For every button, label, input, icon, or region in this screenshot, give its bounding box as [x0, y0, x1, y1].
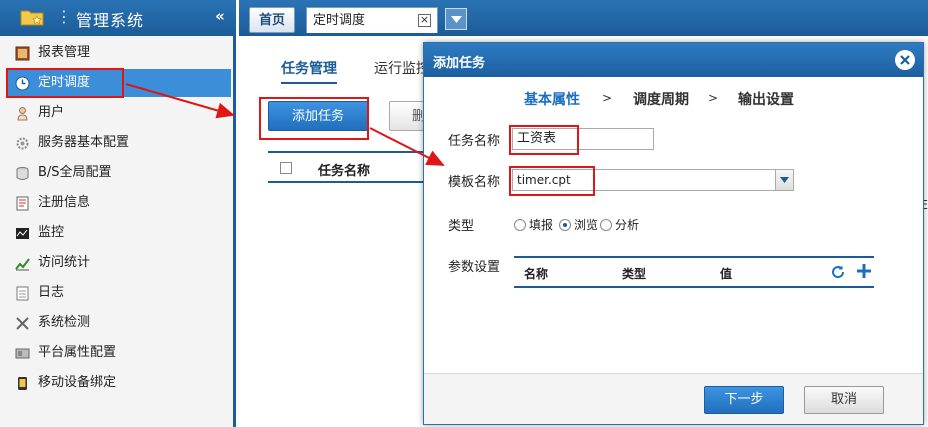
tools-icon — [16, 317, 29, 330]
sidebar-item-registration[interactable]: 注册信息 — [8, 189, 231, 217]
sidebar-item-system-check[interactable]: 系统检测 — [8, 309, 231, 337]
parameter-settings-label: 参数设置 — [448, 260, 501, 275]
app-title: 管理系统 — [76, 11, 145, 30]
dialog-title: 添加任务 — [433, 56, 486, 71]
sidebar: ⋮ 管理系统 « 报表管理 定时调度 用户 服务器基本配置 B/S全局配置 注册… — [0, 0, 236, 427]
step-separator: > — [708, 91, 719, 105]
add-task-dialog: 添加任务 基本属性 > 调度周期 > 输出设置 任务名称 工资表 模板名称 ti… — [423, 42, 924, 425]
tab-dropdown-button[interactable] — [445, 8, 467, 30]
radio-label: 填报 — [529, 218, 554, 232]
sidebar-item-label: 监控 — [38, 225, 65, 240]
menu-dots-icon[interactable]: ⋮ — [56, 8, 72, 26]
user-icon — [17, 107, 28, 121]
tab-label: 定时调度 — [313, 13, 366, 28]
step-schedule-cycle[interactable]: 调度周期 — [633, 89, 689, 109]
tab-task-management[interactable]: 任务管理 — [281, 58, 337, 84]
task-table-header: 任务名称 — [268, 151, 428, 183]
step-output-settings[interactable]: 输出设置 — [738, 89, 794, 109]
tab-schedule[interactable]: 定时调度 × — [306, 7, 438, 33]
select-all-checkbox[interactable] — [280, 162, 292, 174]
tab-home[interactable]: 首页 — [249, 7, 295, 33]
gear-icon — [16, 137, 29, 150]
column-task-name: 任务名称 — [318, 164, 371, 179]
sidebar-item-mobile-binding[interactable]: 移动设备绑定 — [8, 369, 231, 397]
sidebar-item-label: 用户 — [38, 105, 65, 120]
register-icon — [16, 196, 29, 211]
sidebar-item-label: 注册信息 — [38, 195, 91, 210]
sidebar-item-label: B/S全局配置 — [38, 165, 112, 180]
column-param-value: 值 — [720, 267, 733, 281]
tab-run-monitor[interactable]: 运行监控 — [374, 58, 428, 78]
chevron-down-icon — [451, 16, 462, 23]
sidebar-item-label: 日志 — [38, 285, 65, 300]
refresh-icon[interactable] — [830, 264, 846, 280]
report-icon — [15, 46, 30, 61]
type-radio-analyze[interactable]: 分析 — [600, 217, 639, 233]
column-param-type: 类型 — [622, 267, 647, 281]
sidebar-item-label: 服务器基本配置 — [38, 135, 130, 150]
annotation-highlight-task-name — [509, 125, 579, 155]
database-icon — [16, 167, 29, 180]
log-icon — [16, 286, 29, 301]
close-tab-icon[interactable]: × — [418, 14, 431, 27]
sidebar-item-label: 移动设备绑定 — [38, 375, 117, 390]
radio-button[interactable] — [514, 219, 526, 231]
close-dialog-button[interactable] — [895, 50, 915, 70]
radio-label: 分析 — [615, 218, 640, 232]
type-label: 类型 — [448, 219, 475, 234]
folder-star-icon — [20, 10, 44, 26]
sidebar-item-users[interactable]: 用户 — [8, 99, 231, 127]
type-radio-fill[interactable]: 填报 — [514, 217, 553, 233]
radio-button[interactable] — [559, 219, 571, 231]
dialog-footer: 下一步 取消 — [424, 373, 923, 424]
chevron-down-icon — [780, 177, 789, 183]
dialog-header: 添加任务 — [424, 43, 923, 77]
sidebar-item-reports[interactable]: 报表管理 — [8, 39, 231, 67]
sidebar-item-label: 报表管理 — [38, 45, 91, 60]
plus-icon[interactable] — [856, 263, 872, 279]
step-basic-properties[interactable]: 基本属性 — [524, 89, 580, 109]
sidebar-item-label: 系统检测 — [38, 315, 91, 330]
task-name-label: 任务名称 — [448, 134, 501, 149]
sidebar-header: ⋮ 管理系统 « — [0, 0, 236, 36]
stats-icon — [15, 258, 30, 271]
column-param-name: 名称 — [524, 267, 549, 281]
collapse-sidebar-button[interactable]: « — [206, 5, 234, 29]
cancel-button[interactable]: 取消 — [804, 386, 884, 414]
monitor-icon — [16, 228, 29, 239]
sidebar-item-monitor[interactable]: 监控 — [8, 219, 231, 247]
sidebar-item-server-config[interactable]: 服务器基本配置 — [8, 129, 231, 157]
type-radio-preview[interactable]: 浏览 — [559, 217, 598, 233]
step-separator: > — [602, 91, 613, 105]
sidebar-item-label: 访问统计 — [38, 255, 91, 270]
next-step-button[interactable]: 下一步 — [704, 386, 784, 414]
sidebar-item-access-stats[interactable]: 访问统计 — [8, 249, 231, 277]
sidebar-item-bs-config[interactable]: B/S全局配置 — [8, 159, 231, 187]
template-name-label: 模板名称 — [448, 175, 501, 190]
radio-label: 浏览 — [574, 218, 599, 232]
parameter-table-header: 名称 类型 值 — [514, 256, 874, 288]
mobile-icon — [18, 377, 27, 390]
radio-button[interactable] — [600, 219, 612, 231]
annotation-highlight-template — [509, 166, 595, 196]
tab-bar: 首页 定时调度 × — [239, 0, 928, 36]
platform-icon — [15, 348, 30, 359]
close-icon — [900, 55, 910, 65]
annotation-highlight-schedule — [6, 68, 124, 98]
sidebar-item-logs[interactable]: 日志 — [8, 279, 231, 307]
sidebar-item-platform-config[interactable]: 平台属性配置 — [8, 339, 231, 367]
dropdown-button[interactable] — [775, 170, 793, 190]
sidebar-item-label: 平台属性配置 — [38, 345, 117, 360]
annotation-highlight-add-task — [259, 97, 369, 140]
